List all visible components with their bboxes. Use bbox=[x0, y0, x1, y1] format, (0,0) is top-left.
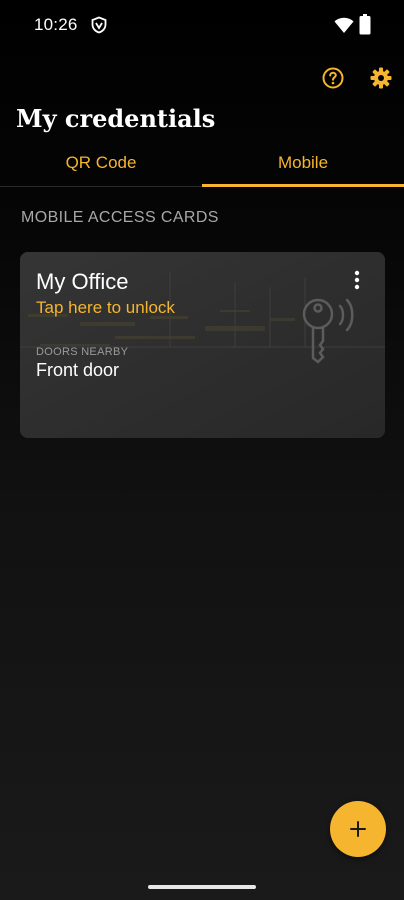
vpn-shield-icon bbox=[91, 16, 107, 34]
tab-mobile[interactable]: Mobile bbox=[202, 140, 404, 187]
wifi-icon bbox=[334, 17, 354, 33]
more-vertical-icon[interactable] bbox=[350, 269, 364, 291]
doors-nearby-value: Front door bbox=[36, 360, 120, 380]
settings-icon[interactable] bbox=[369, 66, 393, 90]
plus-icon bbox=[350, 821, 366, 837]
mobile-access-card[interactable]: My Office Tap here to unlock DOORS NEARB… bbox=[20, 252, 385, 438]
section-label: MOBILE ACCESS CARDS bbox=[21, 209, 219, 226]
status-time: 10:26 bbox=[34, 15, 78, 34]
key-wireless-icon bbox=[302, 298, 354, 364]
doors-nearby-label: DOORS NEARBY bbox=[36, 346, 129, 358]
status-bar: 10:26 bbox=[0, 0, 404, 52]
card-unlock-link[interactable]: Tap here to unlock bbox=[36, 298, 175, 318]
add-card-button[interactable] bbox=[330, 801, 386, 857]
card-title: My Office bbox=[36, 269, 129, 294]
tab-qr-code[interactable]: QR Code bbox=[0, 140, 202, 186]
help-icon[interactable] bbox=[321, 66, 345, 90]
home-indicator[interactable] bbox=[148, 885, 256, 889]
battery-icon bbox=[359, 14, 371, 35]
page-title: My credentials bbox=[16, 104, 216, 133]
tab-bar: QR Code Mobile bbox=[0, 140, 404, 187]
